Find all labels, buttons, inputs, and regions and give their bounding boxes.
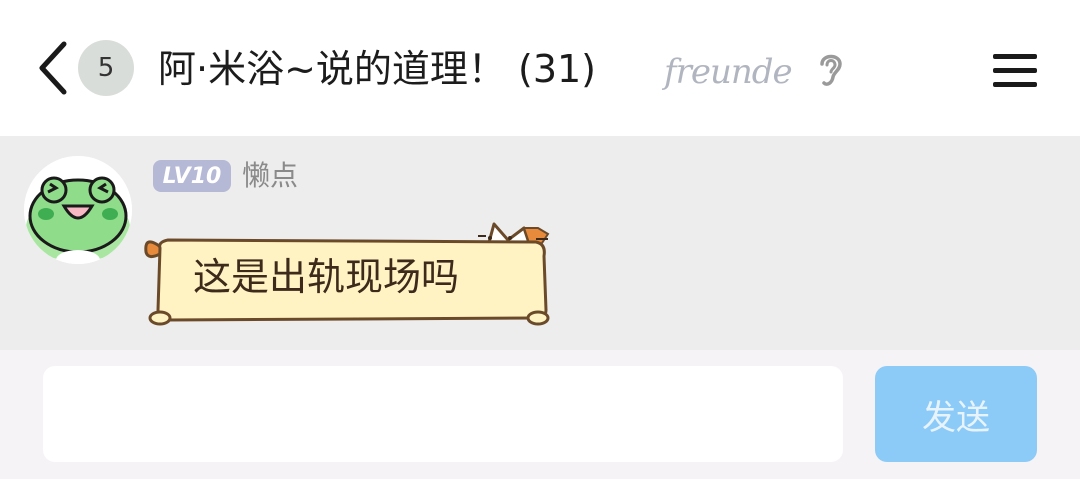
ear-icon[interactable] <box>814 48 848 90</box>
chat-header: 5 阿·米浴~说的道理！ (31) freunde <box>0 0 1080 136</box>
message-bubble[interactable]: 这是出轨现场吗 <box>138 206 558 334</box>
unread-count-badge[interactable]: 5 <box>78 40 134 96</box>
green-frog-avatar <box>24 156 132 264</box>
hamburger-menu-icon <box>993 54 1037 59</box>
title-decoration: freunde <box>664 52 793 92</box>
sender-name[interactable]: 懒点 <box>242 158 298 194</box>
sender-avatar[interactable] <box>24 156 132 264</box>
send-button[interactable]: 发送 <box>875 366 1037 462</box>
message-text: 这是出轨现场吗 <box>193 255 460 299</box>
menu-button[interactable] <box>990 48 1040 92</box>
chat-title[interactable]: 阿·米浴~说的道理！ (31) <box>158 44 596 94</box>
chevron-left-icon <box>39 41 67 95</box>
composer-bar: 发送 <box>0 350 1080 479</box>
level-badge: LV10 <box>153 160 231 192</box>
message-input[interactable] <box>43 366 843 462</box>
hamburger-menu-icon <box>993 68 1037 73</box>
message-list[interactable]: LV10 懒点 这是出轨现场吗 <box>0 136 1080 350</box>
hamburger-menu-icon <box>993 82 1037 87</box>
back-button[interactable] <box>30 40 74 96</box>
